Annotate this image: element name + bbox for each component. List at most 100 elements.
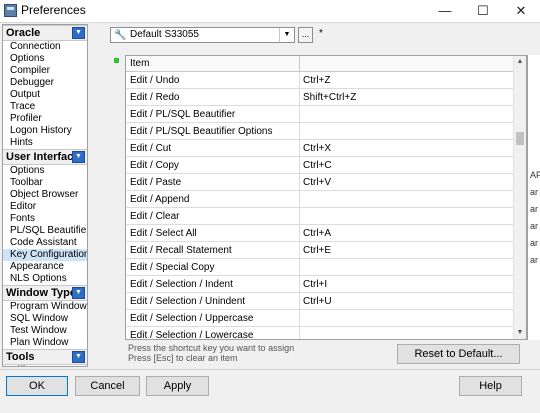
table-row[interactable]: Edit / Append bbox=[126, 191, 513, 208]
column-header-item[interactable]: Item bbox=[130, 58, 149, 69]
table-row[interactable]: Edit / Recall Statement Ctrl+E bbox=[126, 242, 513, 259]
table-row[interactable]: Edit / Special Copy bbox=[126, 259, 513, 276]
shortcut-cell[interactable]: Ctrl+U bbox=[303, 296, 332, 307]
table-row[interactable]: Edit / Paste Ctrl+V bbox=[126, 174, 513, 191]
chevron-down-icon[interactable]: ▼ bbox=[279, 28, 294, 42]
command-cell: Edit / PL/SQL Beautifier bbox=[130, 109, 236, 120]
table-row[interactable]: Edit / Copy Ctrl+C bbox=[126, 157, 513, 174]
shortcut-cell[interactable]: Shift+Ctrl+Z bbox=[303, 92, 356, 103]
sidebar-item[interactable]: PL/SQL Beautifier bbox=[3, 225, 87, 237]
reset-to-default-button[interactable]: Reset to Default... bbox=[397, 344, 520, 364]
table-row[interactable]: Edit / Undo Ctrl+Z bbox=[126, 72, 513, 89]
sidebar-item[interactable]: Code Assistant bbox=[3, 237, 87, 249]
command-cell: Edit / Selection / Unindent bbox=[130, 296, 246, 307]
shortcut-cell[interactable]: Ctrl+X bbox=[303, 143, 331, 154]
collapse-icon[interactable]: ▼ bbox=[72, 287, 85, 299]
shortcut-cell[interactable]: Ctrl+V bbox=[303, 177, 331, 188]
category-header[interactable]: Tools ▼ bbox=[3, 349, 87, 365]
sidebar-item[interactable]: SQL Window bbox=[3, 313, 87, 325]
help-button[interactable]: Help bbox=[459, 376, 522, 396]
table-row[interactable]: Edit / Redo Shift+Ctrl+Z bbox=[126, 89, 513, 106]
background-text: ar bbox=[530, 204, 539, 214]
sidebar-item[interactable]: Program Window bbox=[3, 301, 87, 313]
sidebar-item[interactable]: Options bbox=[3, 53, 87, 65]
sidebar-item[interactable]: Appearance bbox=[3, 261, 87, 273]
background-window-edge: AP ar ar ar ar ar bbox=[527, 55, 540, 340]
cancel-button[interactable]: Cancel bbox=[75, 376, 140, 396]
scroll-thumb[interactable] bbox=[516, 132, 524, 145]
sidebar-item[interactable]: Connection bbox=[3, 41, 87, 53]
grid-header: Item bbox=[126, 56, 513, 72]
command-cell: Edit / Select All bbox=[130, 228, 197, 239]
command-cell: Edit / Paste bbox=[130, 177, 182, 188]
command-cell: Edit / Selection / Uppercase bbox=[130, 313, 254, 324]
scroll-down-icon[interactable]: ▼ bbox=[514, 327, 526, 339]
sidebar-item[interactable]: Hints bbox=[3, 137, 87, 149]
sidebar-item[interactable]: Options bbox=[3, 165, 87, 177]
shortcut-cell[interactable]: Ctrl+E bbox=[303, 245, 331, 256]
command-cell: Edit / Clear bbox=[130, 211, 180, 222]
category-label: Window Types bbox=[6, 287, 83, 299]
maximize-button[interactable]: ☐ bbox=[464, 0, 502, 22]
category-label: User Interface bbox=[6, 151, 80, 163]
table-row[interactable]: Edit / Clear bbox=[126, 208, 513, 225]
sidebar-item[interactable]: NLS Options bbox=[3, 273, 87, 285]
sidebar-item[interactable]: Output bbox=[3, 89, 87, 101]
table-row[interactable]: Edit / Cut Ctrl+X bbox=[126, 140, 513, 157]
close-button[interactable]: ✕ bbox=[502, 0, 540, 22]
collapse-icon[interactable]: ▼ bbox=[72, 27, 85, 39]
modified-indicator: * bbox=[319, 28, 323, 39]
grid-scrollbar[interactable]: ▲ ▼ bbox=[513, 56, 526, 339]
ok-button[interactable]: OK bbox=[6, 376, 68, 396]
sidebar-item[interactable]: Key Configuration bbox=[3, 249, 87, 261]
table-row[interactable]: Edit / Selection / Indent Ctrl+I bbox=[126, 276, 513, 293]
table-row[interactable]: Edit / Selection / Uppercase bbox=[126, 310, 513, 327]
sidebar-item[interactable]: Fonts bbox=[3, 213, 87, 225]
sidebar-item[interactable]: Logon History bbox=[3, 125, 87, 137]
shortcut-cell[interactable]: Ctrl+A bbox=[303, 228, 331, 239]
current-row-marker bbox=[114, 58, 119, 63]
sidebar-item[interactable]: Test Window bbox=[3, 325, 87, 337]
sidebar-item[interactable]: Toolbar bbox=[3, 177, 87, 189]
shortcut-cell[interactable]: Ctrl+Z bbox=[303, 75, 331, 86]
sidebar-item[interactable]: Editor bbox=[3, 201, 87, 213]
category-label: Oracle bbox=[6, 27, 41, 39]
command-cell: Edit / Recall Statement bbox=[130, 245, 232, 256]
shortcut-cell[interactable]: Ctrl+I bbox=[303, 279, 327, 290]
key-config-grid: Item Edit / Undo Ctrl+Z Edit / Redo Shift+C… bbox=[125, 55, 527, 340]
table-row[interactable]: Edit / Select All Ctrl+A bbox=[126, 225, 513, 242]
profile-options-button[interactable]: ... bbox=[298, 27, 313, 43]
profile-select[interactable]: 🔧 Default S33055 ▼ bbox=[110, 27, 295, 43]
window-title: Preferences bbox=[21, 3, 86, 17]
sidebar-item[interactable]: Plan Window bbox=[3, 337, 87, 349]
category-tree: Oracle ▼ Connection Options Compiler Debugger… bbox=[2, 24, 88, 367]
assign-hint: Press the shortcut key you want to assig… bbox=[128, 343, 295, 363]
sidebar-item[interactable]: Differences bbox=[3, 365, 87, 366]
sidebar-item[interactable]: Trace bbox=[3, 101, 87, 113]
sidebar-item[interactable]: Object Browser bbox=[3, 189, 87, 201]
profile-icon: 🔧 bbox=[114, 30, 127, 41]
background-text: AP bbox=[530, 170, 540, 180]
category-label: Tools bbox=[6, 351, 35, 363]
sidebar-item[interactable]: Profiler bbox=[3, 113, 87, 125]
scroll-up-icon[interactable]: ▲ bbox=[514, 56, 526, 68]
command-cell: Edit / Cut bbox=[130, 143, 172, 154]
app-icon bbox=[4, 4, 17, 17]
table-row[interactable]: Edit / PL/SQL Beautifier Options bbox=[126, 123, 513, 140]
command-cell: Edit / Copy bbox=[130, 160, 179, 171]
command-cell: Edit / Redo bbox=[130, 92, 180, 103]
minimize-button[interactable]: — bbox=[426, 0, 464, 22]
table-row[interactable]: Edit / PL/SQL Beautifier bbox=[126, 106, 513, 123]
category-header[interactable]: Window Types ▼ bbox=[3, 285, 87, 301]
sidebar-item[interactable]: Compiler bbox=[3, 65, 87, 77]
sidebar-item[interactable]: Debugger bbox=[3, 77, 87, 89]
table-row[interactable]: Edit / Selection / Lowercase bbox=[126, 327, 513, 339]
table-row[interactable]: Edit / Selection / Unindent Ctrl+U bbox=[126, 293, 513, 310]
collapse-icon[interactable]: ▼ bbox=[72, 151, 85, 163]
background-text: ar bbox=[530, 221, 539, 231]
category-header[interactable]: User Interface ▼ bbox=[3, 149, 87, 165]
collapse-icon[interactable]: ▼ bbox=[72, 351, 85, 363]
apply-button[interactable]: Apply bbox=[146, 376, 209, 396]
category-header[interactable]: Oracle ▼ bbox=[3, 25, 87, 41]
shortcut-cell[interactable]: Ctrl+C bbox=[303, 160, 332, 171]
